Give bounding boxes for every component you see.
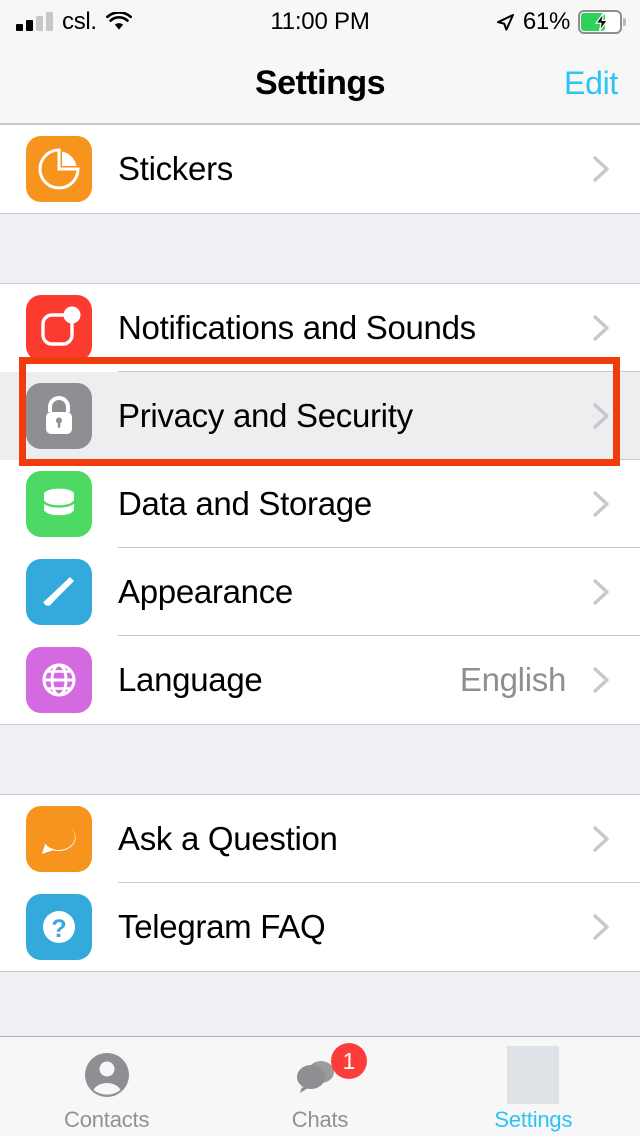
settings-row-notifications-and-sounds[interactable]: Notifications and Sounds: [0, 284, 640, 372]
tab-label-settings: Settings: [494, 1107, 573, 1132]
chat-bubbles-icon: 1: [291, 1043, 367, 1101]
status-bar: csl. 11:00 PM 61%: [0, 0, 640, 44]
charging-bolt-icon: [593, 12, 611, 32]
tab-bar[interactable]: Contacts 1 Chats Settings: [0, 1036, 640, 1136]
settings-row-data-and-storage[interactable]: Data and Storage: [0, 460, 640, 548]
chat-bubble-icon: [26, 806, 92, 872]
settings-row-label: Language: [118, 661, 263, 698]
chevron-right-icon: [584, 575, 618, 609]
location-arrow-icon: [495, 12, 515, 32]
page-title: Settings: [254, 64, 386, 102]
settings-row-appearance[interactable]: Appearance: [0, 548, 640, 636]
language-value: English: [459, 661, 566, 698]
settings-list[interactable]: Stickers Notifications and Sounds Privac…: [0, 124, 640, 1041]
preferences-section: Notifications and Sounds Privacy and Sec…: [0, 283, 640, 725]
settings-row-label: Notifications and Sounds: [118, 309, 476, 346]
sticker-icon: [26, 136, 92, 202]
navigation-bar: Settings Edit: [0, 44, 640, 124]
settings-row-label: Appearance: [118, 573, 293, 610]
person-circle-icon: [81, 1049, 133, 1101]
question-mark-icon: ?: [26, 894, 92, 960]
battery-icon: [578, 10, 626, 34]
database-icon: [26, 471, 92, 537]
status-bar-right: 61%: [495, 0, 626, 44]
settings-row-label: Ask a Question: [118, 820, 338, 857]
chevron-right-icon: [584, 311, 618, 345]
clock-label: 11:00 PM: [270, 8, 370, 35]
svg-text:?: ?: [51, 915, 66, 943]
section-gap-2: [0, 725, 640, 794]
settings-row-label: Data and Storage: [118, 485, 372, 522]
settings-row-label: Privacy and Security: [118, 397, 413, 434]
globe-icon: [26, 647, 92, 713]
lock-icon: [26, 383, 92, 449]
settings-row-stickers[interactable]: Stickers: [0, 125, 640, 213]
tab-contacts[interactable]: Contacts: [0, 1037, 213, 1136]
section-gap-3: [0, 972, 640, 1041]
notification-bell-icon: [26, 295, 92, 361]
tab-chats[interactable]: 1 Chats: [213, 1037, 426, 1136]
chevron-right-icon: [584, 152, 618, 186]
settings-row-ask-a-question[interactable]: Ask a Question: [0, 795, 640, 883]
tab-settings[interactable]: Settings: [427, 1037, 640, 1136]
settings-row-label: Telegram FAQ: [118, 908, 326, 945]
placeholder-icon: [507, 1046, 560, 1104]
chevron-right-icon: [584, 910, 618, 944]
tab-label-contacts: Contacts: [64, 1107, 150, 1132]
paintbrush-icon: [26, 559, 92, 625]
chevron-right-icon: [584, 663, 618, 697]
tab-label-chats: Chats: [291, 1107, 349, 1132]
battery-percent-label: 61%: [522, 8, 570, 35]
settings-row-label: Stickers: [118, 150, 233, 187]
settings-row-telegram-faq[interactable]: ? Telegram FAQ: [0, 883, 640, 971]
chats-unread-badge: 1: [330, 1043, 367, 1079]
chevron-right-icon: [584, 487, 618, 521]
edit-button[interactable]: Edit: [564, 44, 618, 123]
settings-row-language[interactable]: Language English: [0, 636, 640, 724]
app-screen: csl. 11:00 PM 61% Settings Edit Stickers…: [0, 0, 640, 1136]
section-gap-1: [0, 214, 640, 283]
stickers-section: Stickers: [0, 124, 640, 214]
chevron-right-icon: [584, 399, 618, 433]
chevron-right-icon: [584, 822, 618, 856]
help-section: Ask a Question ? Telegram FAQ: [0, 794, 640, 972]
settings-row-privacy-and-security[interactable]: Privacy and Security: [0, 372, 640, 460]
